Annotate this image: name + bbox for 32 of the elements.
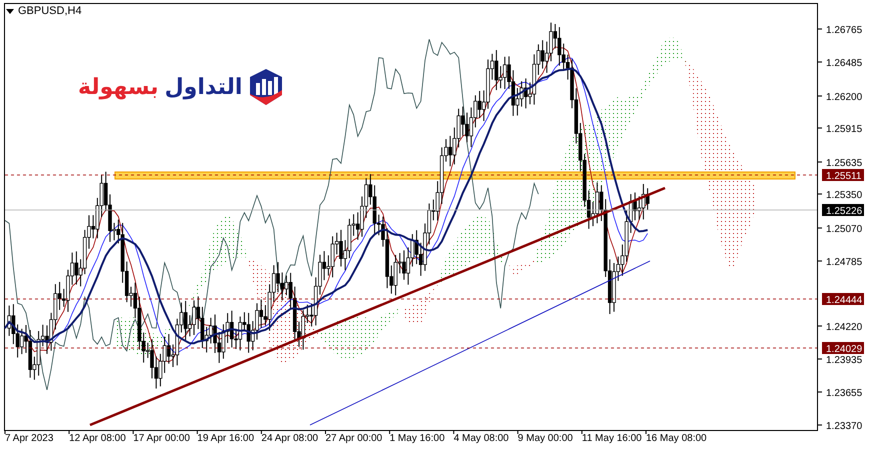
- price-label: 1.25915: [826, 124, 862, 135]
- price-label: 1.23370: [826, 421, 862, 432]
- time-label: 1 May 16:00: [390, 433, 445, 444]
- price-label: 1.25635: [826, 158, 862, 169]
- time-label: 7 Apr 2023: [5, 433, 54, 444]
- price-tag: 1.25226: [822, 204, 864, 217]
- logo-chart-icon: [248, 68, 284, 108]
- chart-symbol-title: GBPUSD,H4: [18, 6, 82, 17]
- time-label: 27 Apr 00:00: [326, 433, 382, 444]
- price-label: 1.23655: [826, 388, 862, 399]
- price-label: 1.23935: [826, 355, 862, 366]
- logo-text: بسهولة: [78, 77, 159, 99]
- price-label: 1.26200: [826, 92, 862, 103]
- time-label: 24 Apr 08:00: [261, 433, 318, 444]
- time-label: 16 May 08:00: [646, 433, 707, 444]
- price-tag: 1.24029: [822, 342, 864, 355]
- price-label: 1.24785: [826, 257, 862, 268]
- price-label: 1.25070: [826, 224, 862, 235]
- price-label: 1.25350: [826, 190, 862, 201]
- price-label: 1.26765: [826, 25, 862, 36]
- time-label: 11 May 16:00: [582, 433, 642, 444]
- price-label: 1.24220: [826, 322, 862, 333]
- time-label: 9 May 00:00: [518, 433, 573, 444]
- dropdown-caret-icon[interactable]: [6, 9, 14, 14]
- price-label: 1.26485: [826, 58, 862, 69]
- time-label: 19 Apr 16:00: [197, 433, 254, 444]
- time-label: 4 May 08:00: [454, 433, 509, 444]
- price-tag: 1.25511: [822, 169, 864, 182]
- time-label: 17 Apr 00:00: [133, 433, 190, 444]
- logo-text: التداول: [164, 77, 242, 99]
- time-label: 12 Apr 08:00: [69, 433, 126, 444]
- price-tag: 1.24444: [822, 293, 864, 306]
